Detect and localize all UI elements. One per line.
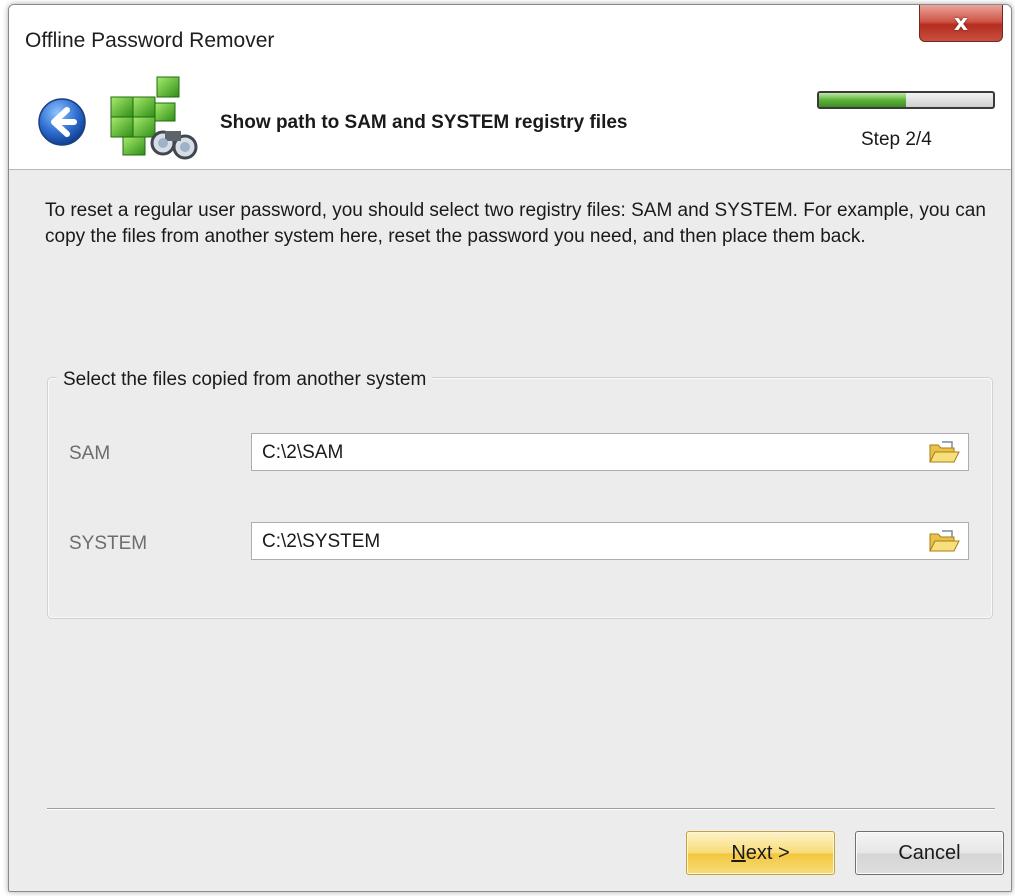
step-counter: Step 2/4 (861, 129, 932, 150)
close-icon: x (953, 10, 969, 36)
header-area: Offline Password Remover x Show path to … (9, 5, 1011, 170)
step-progress-bar (817, 91, 995, 109)
next-hotkey: N (731, 841, 746, 864)
folder-open-icon[interactable] (928, 439, 960, 465)
folder-open-icon[interactable] (928, 528, 960, 554)
system-path-field[interactable]: C:\2\SYSTEM (251, 522, 969, 560)
groupbox-legend: Select the files copied from another sys… (57, 369, 433, 391)
system-label: SYSTEM (69, 533, 148, 554)
registry-binoculars-logo-icon (110, 76, 198, 160)
sam-path-field[interactable]: C:\2\SAM (251, 433, 969, 471)
footer-separator (47, 808, 995, 810)
dialog-window: Offline Password Remover x Show path to … (8, 4, 1012, 892)
cancel-button[interactable]: Cancel (855, 831, 1004, 875)
next-label: ext > (745, 841, 790, 864)
step-title: Show path to SAM and SYSTEM registry fil… (220, 112, 628, 133)
close-button[interactable]: x (919, 5, 1003, 42)
step-progress-fill (819, 93, 906, 107)
system-path-value: C:\2\SYSTEM (262, 531, 381, 552)
files-groupbox (47, 377, 993, 619)
sam-path-value: C:\2\SAM (262, 442, 344, 463)
next-button[interactable]: Next > (686, 831, 835, 875)
instructions-text: To reset a regular user password, you sh… (45, 200, 986, 247)
window-title: Offline Password Remover (25, 29, 275, 52)
sam-label: SAM (69, 443, 111, 464)
back-arrow-icon[interactable] (37, 97, 87, 147)
